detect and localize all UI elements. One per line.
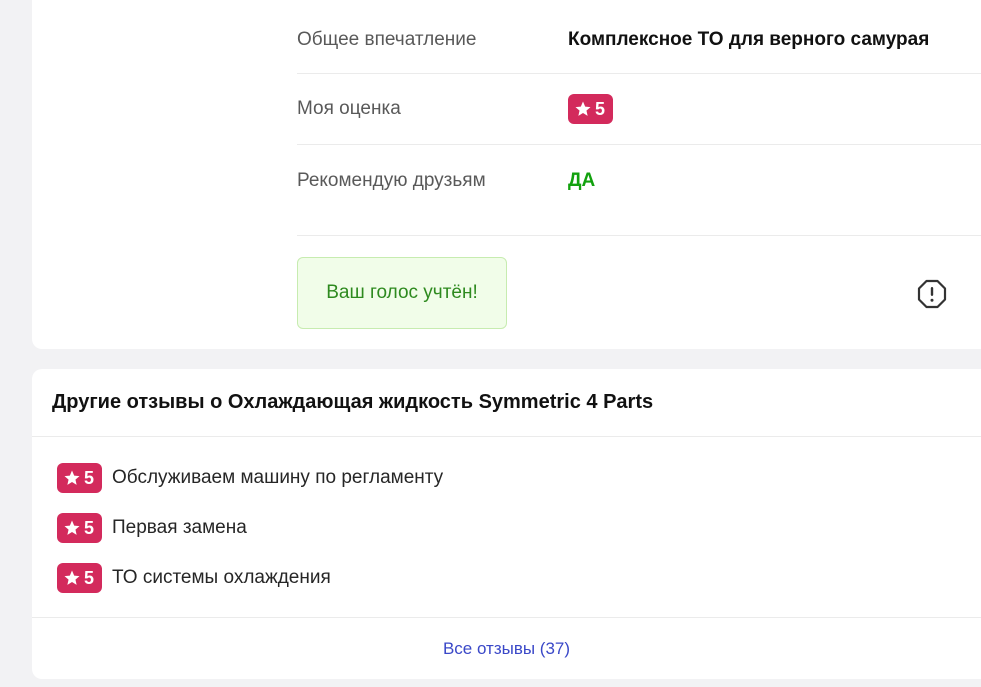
rating-row: Моя оценка 5 bbox=[297, 74, 981, 145]
star-icon bbox=[64, 570, 80, 585]
rating-badge: 5 bbox=[57, 563, 103, 593]
rating-label: Моя оценка bbox=[297, 98, 401, 119]
review-item-3[interactable]: 5 ТО системы охлаждения bbox=[57, 563, 331, 593]
recommend-label: Рекомендую друзьям bbox=[297, 170, 486, 191]
recommend-row: Рекомендую друзьям ДА bbox=[297, 145, 981, 236]
vote-confirmation: Ваш голос учтён! bbox=[297, 257, 507, 329]
recommend-value: ДА bbox=[568, 170, 596, 191]
divider bbox=[32, 436, 981, 437]
rating-badge: 5 bbox=[57, 513, 103, 543]
other-reviews-title: Другие отзывы о Охлаждающая жидкость Sym… bbox=[52, 391, 654, 413]
review-title[interactable]: Обслуживаем машину по регламенту bbox=[112, 467, 443, 489]
divider bbox=[32, 617, 981, 618]
review-title[interactable]: ТО системы охлаждения bbox=[112, 567, 331, 589]
impression-row: Общее впечатление Комплексное ТО для вер… bbox=[297, 0, 981, 74]
rating-value: 5 bbox=[84, 567, 95, 588]
vote-message: Ваш голос учтён! bbox=[326, 282, 478, 303]
rating-badge: 5 bbox=[57, 463, 103, 493]
review-item-2[interactable]: 5 Первая замена bbox=[57, 513, 247, 543]
impression-value: Комплексное ТО для верного самурая bbox=[568, 28, 930, 50]
rating-badge: 5 bbox=[568, 94, 614, 124]
report-icon[interactable] bbox=[917, 279, 947, 309]
rating-value: 5 bbox=[84, 517, 95, 538]
review-details-card: Общее впечатление Комплексное ТО для вер… bbox=[32, 0, 981, 349]
star-icon bbox=[64, 520, 80, 535]
star-icon bbox=[575, 101, 591, 116]
review-item-1[interactable]: 5 Обслуживаем машину по регламенту bbox=[57, 463, 443, 493]
all-reviews-link[interactable]: Все отзывы (37) bbox=[32, 639, 981, 659]
star-icon bbox=[64, 470, 80, 485]
other-reviews-card: Другие отзывы о Охлаждающая жидкость Sym… bbox=[32, 369, 981, 679]
review-title[interactable]: Первая замена bbox=[112, 517, 247, 539]
rating-value: 5 bbox=[595, 98, 606, 119]
impression-label: Общее впечатление bbox=[297, 28, 477, 50]
rating-value: 5 bbox=[84, 467, 95, 488]
